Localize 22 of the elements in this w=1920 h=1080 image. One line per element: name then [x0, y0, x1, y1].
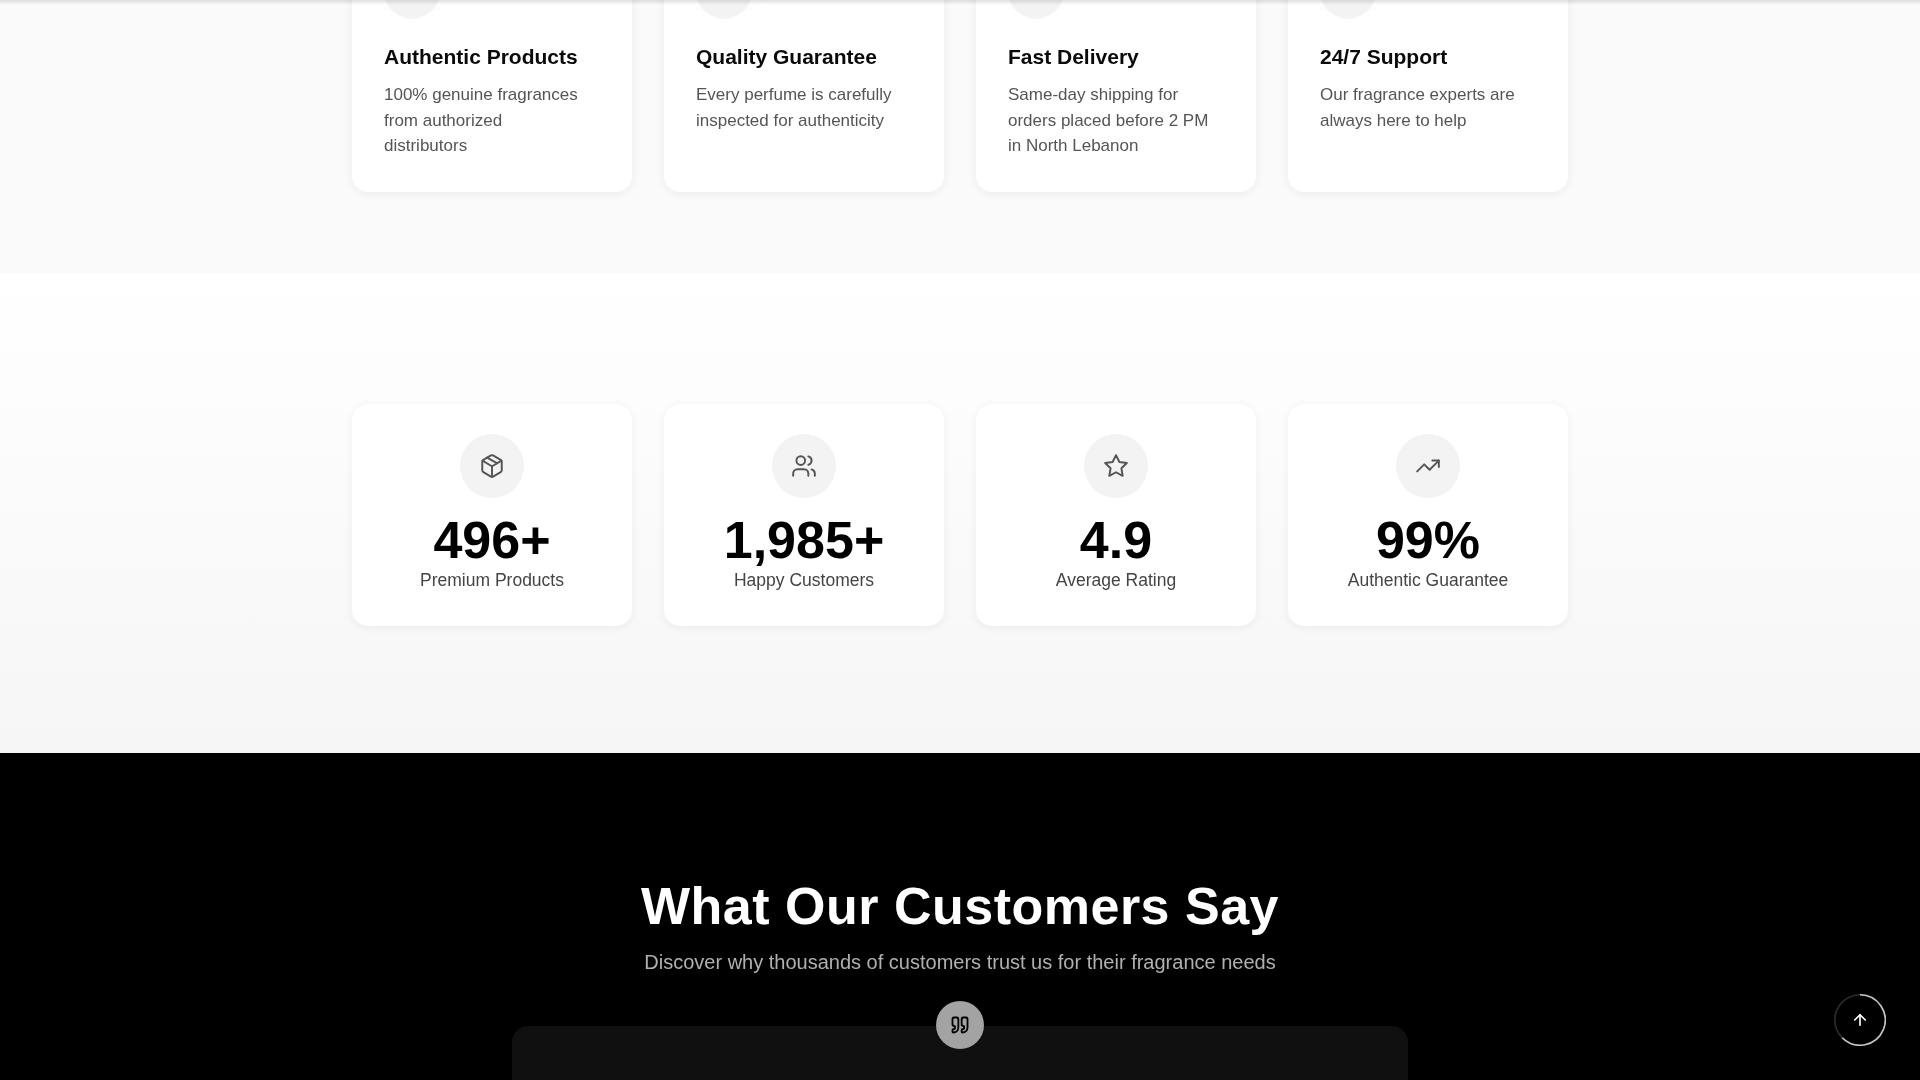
feature-description: Every perfume is carefully inspected for authenticity	[696, 84, 893, 132]
section-subtitle: Discover why thousands of customers trust us for their fragrance needs	[644, 949, 1276, 975]
stat-label: Premium Products	[420, 569, 564, 592]
feature-description: Same-day shipping for orders placed before 2 PM in North Lebanon	[1008, 84, 1210, 158]
quote-icon	[936, 1000, 984, 1049]
package-icon	[460, 434, 524, 499]
section-title: What Our Customers Say	[641, 876, 1279, 938]
feature-description: 100% genuine fragrances from authorized distributors	[384, 84, 579, 158]
users-icon	[772, 434, 836, 499]
feature-title: Fast Delivery	[1008, 44, 1139, 70]
feature-description: Our fragrance experts are always here to help	[1320, 84, 1516, 132]
stat-value: 1,985+	[723, 512, 885, 570]
stat-label: Happy Customers	[733, 569, 875, 592]
stat-value: 4.9	[1079, 512, 1153, 570]
trend-up-icon	[1396, 434, 1460, 499]
stat-value: 496+	[433, 512, 551, 570]
stat-label: Authentic Guarantee	[1347, 569, 1509, 592]
feature-title: 24/7 Support	[1320, 44, 1448, 70]
stat-value: 99%	[1375, 512, 1481, 570]
feature-title: Authentic Products	[384, 44, 578, 70]
feature-title: Quality Guarantee	[696, 44, 877, 70]
stat-label: Average Rating	[1055, 569, 1177, 592]
